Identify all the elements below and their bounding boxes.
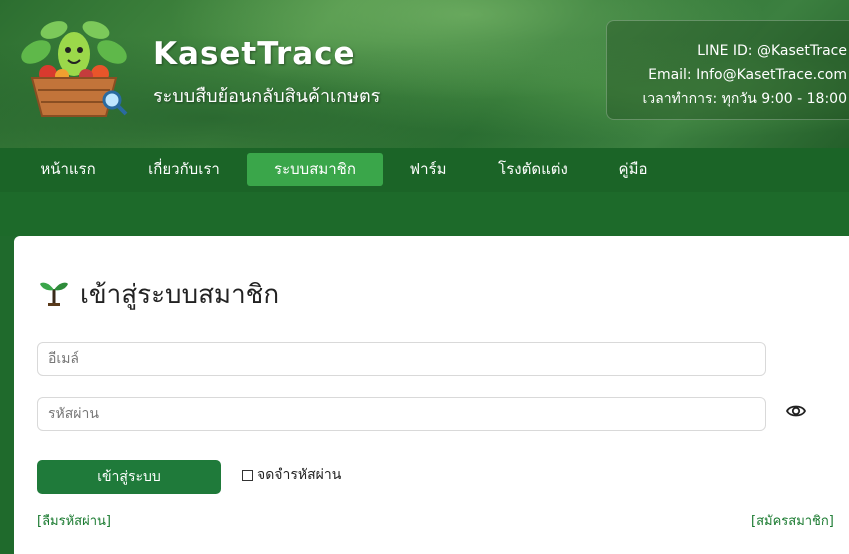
register-link[interactable]: [สมัครสมาชิก] bbox=[751, 510, 834, 531]
contact-box: LINE ID: @KasetTrace Email: Info@KasetTr… bbox=[606, 20, 849, 120]
contact-email: Email: Info@KasetTrace.com bbox=[648, 67, 847, 83]
checkbox-box[interactable] bbox=[242, 469, 253, 481]
site-header: KasetTrace ระบบสืบย้อนกลับสินค้าเกษตร LI… bbox=[0, 0, 849, 148]
forgot-password-link[interactable]: [ลืมรหัสผ่าน] bbox=[37, 510, 111, 531]
nav-farm[interactable]: ฟาร์ม bbox=[400, 153, 456, 186]
remember-label: จดจำรหัสผ่าน bbox=[257, 467, 342, 483]
nav-about[interactable]: เกี่ยวกับเรา bbox=[134, 153, 234, 186]
nav-members[interactable]: ระบบสมาชิก bbox=[247, 153, 383, 186]
sprout-icon bbox=[40, 282, 68, 306]
contact-hours: เวลาทำการ: ทุกวัน 9:00 - 18:00 bbox=[642, 91, 847, 107]
login-button[interactable]: เข้าสู่ระบบ bbox=[37, 460, 221, 494]
remember-checkbox[interactable]: จดจำรหัสผ่าน bbox=[242, 464, 341, 486]
brand-subtitle: ระบบสืบย้อนกลับสินค้าเกษตร bbox=[153, 86, 381, 107]
eye-icon[interactable] bbox=[786, 401, 806, 421]
login-title: เข้าสู่ระบบสมาชิก bbox=[80, 274, 279, 315]
main-nav: หน้าแรก เกี่ยวกับเรา ระบบสมาชิก ฟาร์ม โร… bbox=[0, 148, 849, 192]
header-band bbox=[0, 192, 849, 236]
nav-home[interactable]: หน้าแรก bbox=[28, 153, 108, 186]
logo-icon[interactable] bbox=[14, 12, 134, 122]
login-title-text: เข้าสู่ระบบสมาชิก bbox=[80, 280, 280, 310]
email-input[interactable] bbox=[37, 342, 766, 376]
contact-line: LINE ID: @KasetTrace bbox=[697, 43, 847, 59]
brand-title: KasetTrace bbox=[153, 36, 356, 72]
password-input[interactable] bbox=[37, 397, 766, 431]
nav-trimming-plant[interactable]: โรงตัดแต่ง bbox=[490, 153, 576, 186]
nav-manual[interactable]: คู่มือ bbox=[608, 153, 658, 186]
